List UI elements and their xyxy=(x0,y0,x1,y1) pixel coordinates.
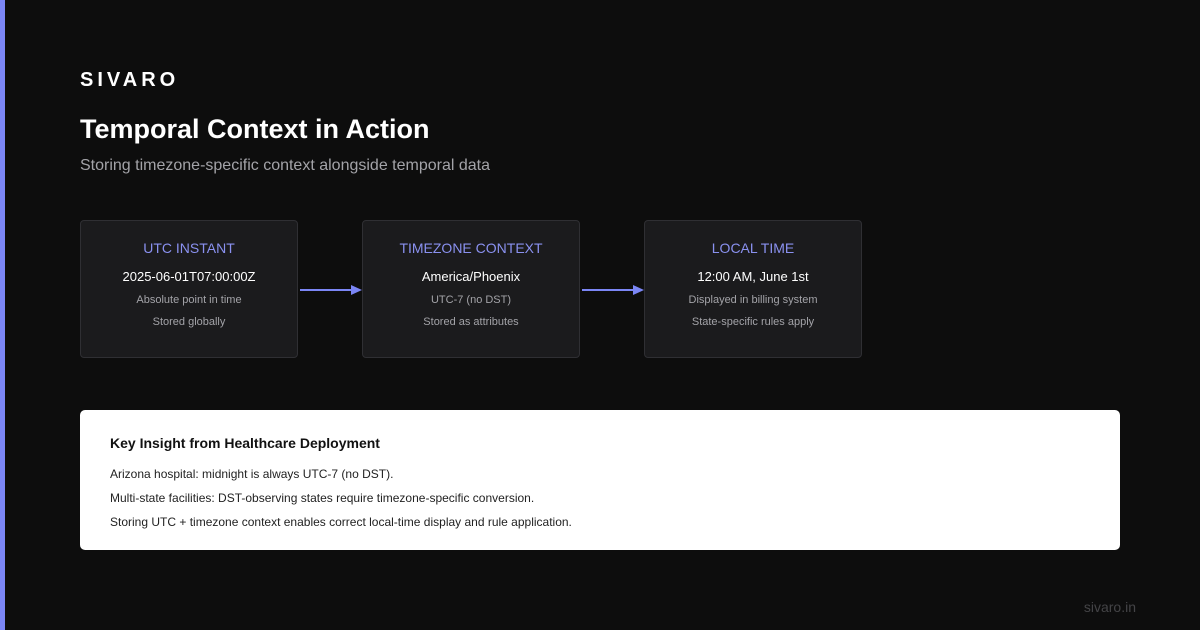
card-description: Stored as attributes xyxy=(423,316,519,328)
page-title: Temporal Context in Action xyxy=(80,114,430,144)
insight-line: Multi-state facilities: DST-observing st… xyxy=(110,491,535,505)
card-utc-instant: UTC INSTANT 2025-06-01T07:00:00Z Absolut… xyxy=(80,220,298,358)
card-description: State-specific rules apply xyxy=(691,316,815,328)
card-local-time: LOCAL TIME 12:00 AM, June 1st Displayed … xyxy=(644,220,862,358)
card-description: UTC-7 (no DST) xyxy=(430,294,512,306)
arrow-right-icon xyxy=(300,285,362,295)
card-description: Stored globally xyxy=(152,316,226,328)
footer-url: sivaro.in xyxy=(1083,599,1136,615)
card-description: Absolute point in time xyxy=(136,294,242,306)
card-description: Displayed in billing system xyxy=(688,294,818,306)
card-title: UTC INSTANT xyxy=(143,240,235,256)
card-title: LOCAL TIME xyxy=(711,240,795,256)
accent-bar xyxy=(0,0,5,630)
insight-line: Storing UTC + timezone context enables c… xyxy=(110,515,572,529)
card-value: America/Phoenix xyxy=(421,269,521,284)
brand-logo: SIVARO xyxy=(80,69,180,91)
card-timezone-context: TIMEZONE CONTEXT America/Phoenix UTC-7 (… xyxy=(362,220,580,358)
card-title: TIMEZONE CONTEXT xyxy=(399,240,543,256)
insight-line: Arizona hospital: midnight is always UTC… xyxy=(110,467,394,481)
key-insight-panel: Key Insight from Healthcare Deployment A… xyxy=(80,410,1120,550)
arrow-right-icon xyxy=(582,285,644,295)
card-value: 2025-06-01T07:00:00Z xyxy=(122,269,256,284)
card-value: 12:00 AM, June 1st xyxy=(697,269,809,284)
insight-title: Key Insight from Healthcare Deployment xyxy=(110,435,380,451)
page-subtitle: Storing timezone-specific context alongs… xyxy=(80,157,490,174)
